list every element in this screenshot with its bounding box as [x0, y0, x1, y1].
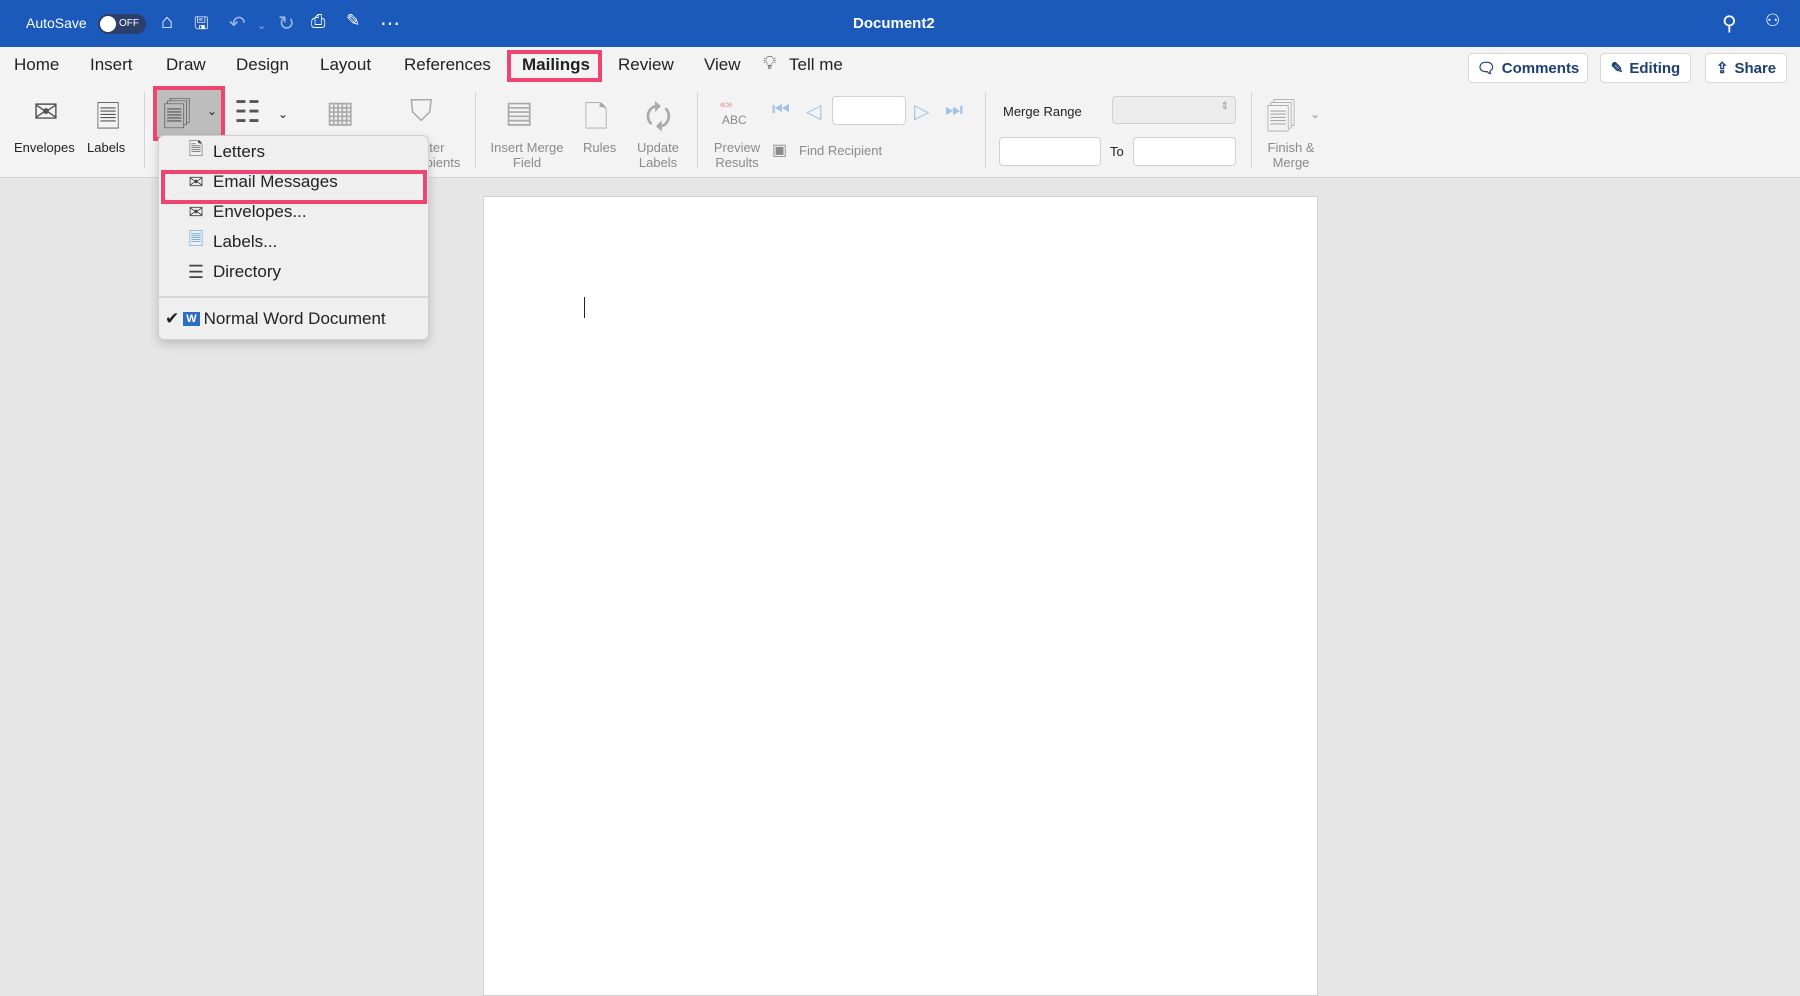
chevron-down-icon: ⌄: [278, 107, 289, 121]
autosave-toggle[interactable]: OFF: [98, 14, 146, 34]
merge-range-label: Merge Range: [1003, 104, 1082, 119]
title-bar: AutoSave OFF ⌂ 🖫 ↶ ⌄ ↻ ⎙ ✎ ⋯ Document2 ⚲…: [0, 0, 1800, 47]
home-icon[interactable]: ⌂: [161, 11, 173, 34]
print-icon[interactable]: ⎙: [311, 11, 325, 32]
last-record-icon[interactable]: ⏭: [945, 99, 963, 122]
insert-merge-field-button[interactable]: Insert Merge Field: [490, 140, 564, 170]
menu-item-normal-word-document[interactable]: ✔ W Normal Word Document: [159, 305, 428, 333]
previous-record-icon[interactable]: ◁: [806, 99, 821, 124]
find-recipient-icon: ▣: [772, 142, 788, 159]
find-recipient-button[interactable]: Find Recipient: [799, 143, 882, 158]
lightbulb-icon: 💡︎: [763, 53, 777, 74]
tab-design[interactable]: Design: [236, 55, 289, 75]
undo-icon[interactable]: ↶: [229, 11, 246, 36]
menu-label: Labels...: [213, 232, 278, 251]
comments-label: Comments: [1501, 59, 1580, 77]
menu-item-letters[interactable]: 🗎 Letters: [159, 138, 428, 166]
text-cursor: [584, 297, 585, 318]
preview-chevrons-icon: «»: [720, 99, 733, 111]
rules-button[interactable]: Rules: [583, 140, 616, 155]
comments-button[interactable]: 🗨︎ Comments: [1468, 53, 1588, 83]
to-label: To: [1110, 144, 1124, 159]
labels-icon[interactable]: 🗏: [90, 95, 126, 146]
menu-label: Letters: [213, 142, 265, 161]
letter-icon: 🗎: [188, 139, 204, 159]
start-mail-merge-button[interactable]: 🗐 ⌄: [153, 86, 225, 141]
update-labels-button[interactable]: Update Labels: [630, 140, 686, 170]
undo-chevron-icon[interactable]: ⌄: [257, 19, 266, 32]
tab-layout[interactable]: Layout: [320, 55, 371, 75]
rules-icon[interactable]: 🗋: [584, 95, 608, 146]
share-people-icon[interactable]: ⚇: [1765, 11, 1780, 31]
tab-review[interactable]: Review: [618, 55, 674, 75]
start-mail-merge-menu: 🗎 Letters ✉ Email Messages ✉ Envelopes... 🗏…: [158, 135, 429, 340]
merge-range-select[interactable]: ⇕: [1112, 96, 1236, 124]
labels-icon: 🗏: [188, 229, 204, 249]
select-recipients-icon[interactable]: ☷: [234, 95, 261, 130]
menu-label: Directory: [213, 262, 282, 281]
tab-references[interactable]: References: [404, 55, 491, 75]
share-label: Share: [1734, 59, 1777, 77]
filter-recipients-icon[interactable]: ⛉: [410, 95, 433, 129]
edit-recipient-list-icon[interactable]: ▦: [326, 95, 354, 130]
first-record-icon[interactable]: ⏮: [772, 99, 790, 122]
tell-me[interactable]: Tell me: [789, 55, 843, 75]
tab-draw[interactable]: Draw: [166, 55, 206, 75]
tab-home[interactable]: Home: [14, 55, 59, 75]
abc-icon: ABC: [722, 113, 747, 127]
share-button[interactable]: ⇪ Share: [1705, 53, 1787, 83]
finish-merge-button[interactable]: Finish & Merge: [1265, 140, 1317, 170]
menu-label: Envelopes...: [213, 202, 307, 221]
checkmark-icon: ✔: [165, 309, 180, 328]
search-icon[interactable]: ⚲: [1722, 11, 1737, 36]
comment-icon: 🗨︎: [1476, 60, 1496, 77]
directory-icon: ☰: [187, 261, 205, 282]
menu-separator: [159, 296, 428, 298]
save-icon[interactable]: 🖫: [194, 11, 208, 40]
word-icon: W: [183, 312, 200, 326]
menu-label: Normal Word Document: [203, 309, 386, 328]
record-number-input[interactable]: [832, 96, 906, 125]
envelope-icon: ✉: [188, 201, 204, 222]
editing-button[interactable]: ✎ Editing: [1600, 53, 1691, 83]
insert-merge-field-icon[interactable]: ▤: [505, 95, 533, 130]
merge-range-from-input[interactable]: [999, 137, 1101, 166]
preview-results-button[interactable]: Preview Results: [710, 140, 764, 170]
pencil-icon: ✎: [1610, 60, 1624, 77]
share-icon: ⇪: [1715, 60, 1729, 77]
more-icon[interactable]: ⋯: [380, 11, 400, 36]
redo-icon[interactable]: ↻: [278, 11, 295, 36]
tab-insert[interactable]: Insert: [90, 55, 133, 75]
document-page[interactable]: [483, 196, 1318, 996]
menu-item-labels[interactable]: 🗏 Labels...: [159, 228, 428, 256]
next-record-icon[interactable]: ▷: [914, 99, 929, 124]
envelope-icon[interactable]: ✉: [26, 95, 66, 130]
editing-label: Editing: [1629, 59, 1681, 77]
save-as-icon[interactable]: ✎: [346, 11, 360, 31]
merge-range-to-input[interactable]: [1133, 137, 1236, 166]
tab-mailings[interactable]: Mailings: [522, 55, 590, 75]
toggle-state: OFF: [119, 18, 139, 29]
tab-view[interactable]: View: [704, 55, 741, 75]
envelopes-button[interactable]: Envelopes: [14, 140, 75, 155]
menu-item-directory[interactable]: ☰ Directory: [159, 258, 428, 286]
labels-button[interactable]: Labels: [87, 140, 125, 155]
autosave-label: AutoSave: [26, 15, 87, 31]
chevron-down-icon: ⌄: [207, 104, 218, 118]
stepper-icon: ⇕: [1220, 101, 1229, 112]
email-messages-highlight: [161, 170, 427, 204]
document-title: Document2: [853, 15, 935, 32]
finish-merge-icon[interactable]: 🗐: [1266, 95, 1296, 146]
chevron-down-icon: ⌄: [1310, 107, 1321, 121]
update-labels-icon[interactable]: 🗘: [645, 95, 672, 146]
